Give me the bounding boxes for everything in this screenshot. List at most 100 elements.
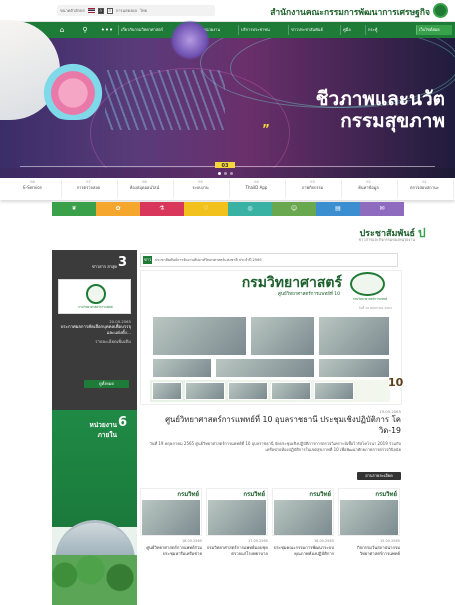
newspaper-subtitle: ศูนย์วิทยาศาสตร์การแพทย์ที่ 10 <box>278 292 340 297</box>
site-logo[interactable] <box>433 3 448 18</box>
virus-icon <box>170 20 210 60</box>
panel-heading: ข่าวสาร ล่าสุด <box>91 264 117 269</box>
quick-item-label: ภาพกิจกรรม <box>301 185 324 190</box>
news-headline[interactable]: ศูนย์วิทยาศาสตร์การแพทย์ที่ 10 อุบลราชธา… <box>146 414 401 436</box>
thumbnail-date: 16.05.2565 <box>313 539 334 543</box>
trees-image <box>52 555 137 605</box>
accessibility-tools: ขนาดตัวอักษร ก ก การแสดงผล ไทย <box>57 5 215 16</box>
news-ticker[interactable]: ข่าว ประชาสัมพันธ์การจัดงานสัปดาห์วิทยาศ… <box>140 253 398 267</box>
thumbnail-header: กรมวิทย์ <box>177 491 199 498</box>
newspaper-logo-text: กรมวิทยาศาสตร์การแพทย์ <box>352 297 388 301</box>
font-size-small-button[interactable]: ก <box>106 7 113 14</box>
meeting-photo <box>152 358 212 378</box>
thumbnail-photo <box>339 499 399 535</box>
news-thumbnail[interactable]: กรมวิทย์ <box>140 488 202 536</box>
banner-title: ชีวภาพและนวัต กรรมสุขภาพ <box>270 88 445 132</box>
thumbnail-photo <box>141 499 201 535</box>
quick-item[interactable]: 01 ตรวจสอบสถานะ <box>396 180 454 198</box>
palette-icon[interactable]: ✿ <box>96 202 140 216</box>
newspaper-number: 10 <box>388 376 404 389</box>
quick-item[interactable]: 06 ห้องสมุดออนไลน์ <box>116 180 174 198</box>
panel-text[interactable]: ประกาศผลการคัดเลือกบุคคลเพื่อบรรจุและแต่… <box>58 325 131 346</box>
meeting-photo <box>152 382 182 400</box>
quick-item-label: E-Service <box>23 185 42 190</box>
quick-item[interactable]: 02 ค้นหาข้อมูล <box>340 180 398 198</box>
thumbnail-text[interactable]: กรมวิทยาศาสตร์การแพทย์มอบชุดตรวจแก่โรงพย… <box>206 545 268 557</box>
uterus-model-image <box>38 60 108 120</box>
chat-icon[interactable]: ✉ <box>360 202 404 216</box>
meeting-photo <box>152 316 247 356</box>
meeting-photo <box>314 382 354 400</box>
nav-item-about[interactable]: เกี่ยวกับกรมวิทยาศาสตร์ <box>118 25 165 35</box>
doc-icon[interactable]: ▤ <box>316 202 360 216</box>
thumbnail-text[interactable]: ประชุมคณะกรรมการพัฒนาระบบคุณภาพห้องปฏิบั… <box>272 545 334 557</box>
slide-dot[interactable] <box>218 172 221 175</box>
thumbnail-date: 17.05.2565 <box>247 539 268 543</box>
nav-item-manual[interactable]: คู่มือ <box>340 25 353 35</box>
thumbnail-text[interactable]: กิจกรรมวันสถาปนากรมวิทยาศาสตร์การแพทย์ <box>338 545 400 557</box>
quick-item-label: ห้องสมุดออนไลน์ <box>129 185 160 190</box>
meeting-photo <box>228 382 268 400</box>
quick-item[interactable]: 08 E-Service <box>4 180 62 198</box>
leaf-icon[interactable]: ❦ <box>52 202 96 216</box>
news-thumbnail[interactable]: กรมวิทย์ <box>338 488 400 536</box>
meeting-photo <box>271 382 311 400</box>
panel-logo-text: กรมวิทยาศาสตร์การแพทย์ <box>78 305 113 309</box>
more-icon[interactable]: ••• <box>100 22 114 38</box>
view-all-button[interactable]: ดูทั้งหมด <box>84 380 129 388</box>
quick-item[interactable]: 05 ระบบงาน <box>172 180 230 198</box>
main-nav: ⌂ ⚲ ••• เกี่ยวกับกรมวิทยาศาสตร์ ข้อมูลหน… <box>0 22 455 38</box>
section-letter-icon: ป <box>418 226 426 240</box>
quick-item[interactable]: 03 ภาพกิจกรรม <box>284 180 342 198</box>
thumbnail-text[interactable]: ศูนย์วิทยาศาสตร์การแพทย์ร่วมประชุมหารือเ… <box>140 545 202 557</box>
language-label[interactable]: ไทย <box>140 7 147 14</box>
slide-dot[interactable] <box>224 172 227 175</box>
thumbnail-photo <box>207 499 267 535</box>
panel-number: 3 <box>118 255 128 270</box>
nav-item-service[interactable]: บริการประชาชน <box>238 25 272 35</box>
heart-icon[interactable]: ♡ <box>184 202 228 216</box>
thumbnail-header: กรมวิทย์ <box>375 491 397 498</box>
news-body: วันที่ 19 พฤษภาคม 2565 ศูนย์วิทยาศาสตร์ก… <box>149 441 401 452</box>
font-size-large-button[interactable]: ก <box>97 7 104 14</box>
nav-item-news[interactable]: ข่าวประชาสัมพันธ์ <box>288 25 325 35</box>
banner-footer <box>0 168 455 178</box>
department-seal-icon <box>350 272 385 296</box>
quick-item-label: ระบบงาน <box>192 185 209 190</box>
font-size-label: ขนาดตัวอักษร <box>60 8 85 13</box>
meeting-photo <box>185 382 225 400</box>
tube-icon[interactable]: ⚗ <box>140 202 184 216</box>
globe-icon[interactable]: ◎ <box>228 202 272 216</box>
read-more-button[interactable]: อ่านรายละเอียด <box>357 472 401 480</box>
thumbnail-photo <box>273 499 333 535</box>
banner-title-line2: กรรมสุขภาพ <box>340 110 445 132</box>
meeting-photo <box>250 316 315 356</box>
quick-item[interactable]: 04 ThaiID App <box>228 180 286 198</box>
quick-item-label: การตรวจสอบ <box>76 185 101 190</box>
nav-item-forum[interactable]: กระทู้ <box>365 25 379 35</box>
quick-item-label: ThaiID App <box>245 185 268 190</box>
thai-flag-icon[interactable] <box>87 8 95 13</box>
thumbnail-header: กรมวิทย์ <box>309 491 331 498</box>
panel-logo-card[interactable]: กรมวิทยาศาสตร์การแพทย์ <box>58 279 131 314</box>
quick-item[interactable]: 07 การตรวจสอบ <box>60 180 118 198</box>
dna-image <box>105 70 225 130</box>
panel-text-sub: รายละเอียดเพิ่มเติม <box>95 340 131 345</box>
section-subtitle: ข่าวสารและกิจกรรมของหน่วยงาน <box>358 237 415 242</box>
nav-sub-site-button[interactable]: เว็บไซต์ย่อย <box>416 25 452 35</box>
news-ticker-badge: ข่าว <box>143 256 152 264</box>
home-icon[interactable]: ⌂ <box>55 22 69 38</box>
people-icon[interactable]: ☺ <box>272 202 316 216</box>
quote-mark-icon: ” <box>262 122 270 136</box>
panel-text-main: ประกาศผลการคัดเลือกบุคคลเพื่อบรรจุและแต่… <box>60 325 131 336</box>
search-icon[interactable]: ⚲ <box>78 22 92 38</box>
news-thumbnail[interactable]: กรมวิทย์ <box>206 488 268 536</box>
news-thumbnail[interactable]: กรมวิทย์ <box>272 488 334 536</box>
units-number: 6 <box>118 415 128 430</box>
slide-dot[interactable] <box>230 172 233 175</box>
thumbnail-date: 15.05.2565 <box>379 539 400 543</box>
thumbnail-date: 18.05.2565 <box>181 539 202 543</box>
newspaper-meta: วันที่ 19 พฤษภาคม 2565 <box>358 306 392 310</box>
meeting-photo <box>318 316 390 356</box>
panel-date: 20.05.2565 <box>109 319 131 324</box>
